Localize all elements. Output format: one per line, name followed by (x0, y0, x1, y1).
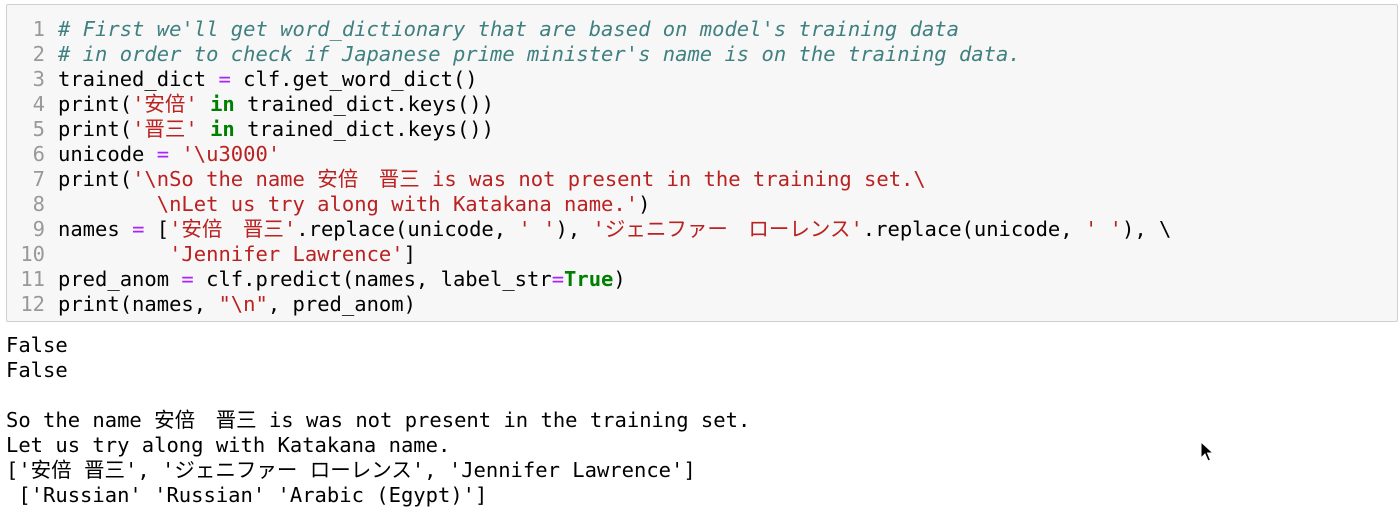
line-number: 1 (32, 17, 45, 41)
output-line: ['安倍 晋三', 'ジェニファー ローレンス', 'Jennifer Lawr… (6, 458, 696, 482)
code-token: print(names, (58, 292, 219, 316)
line-number: 11 (20, 267, 45, 291)
code-token: '安倍 晋三' (169, 217, 297, 241)
code-token: ' ' (1084, 217, 1122, 241)
code-line[interactable]: 7 print('\nSo the name 安倍 晋三 is was not p… (7, 167, 1397, 192)
code-line[interactable]: 6 unicode = '\u3000' (7, 142, 1397, 167)
code-cell-input[interactable]: 1 # First we'll get word_dictionary that … (6, 4, 1398, 322)
output-line: Let us try along with Katakana name. (6, 433, 451, 457)
code-token: ) (638, 192, 651, 216)
output-line: False (6, 358, 68, 382)
code-text: print('晋三' in trained_dict.keys()) (58, 117, 494, 142)
code-token: names (58, 217, 133, 241)
code-token: # in order to check if Japanese prime mi… (58, 42, 1021, 66)
code-token: print( (58, 167, 133, 191)
code-token: print( (58, 117, 133, 141)
code-line[interactable]: 12 print(names, "\n", pred_anom) (7, 292, 1397, 317)
output-line: False (6, 333, 68, 357)
code-token: = (156, 142, 170, 166)
code-token: in (210, 117, 235, 141)
code-token: '晋三' (132, 117, 198, 141)
line-number: 5 (32, 117, 45, 141)
code-token: .replace(unicode, (296, 217, 519, 241)
code-text: names = ['安倍 晋三'.replace(unicode, ' '), … (58, 217, 1171, 242)
code-text: print('\nSo the name 安倍 晋三 is was not pr… (58, 167, 926, 192)
code-token: = (181, 267, 194, 291)
line-number: 9 (32, 217, 45, 241)
code-token: ), \ (1122, 217, 1172, 241)
code-token: .replace(unicode, (862, 217, 1085, 241)
code-token: trained_dict.keys()) (234, 117, 494, 141)
code-token: print( (58, 92, 133, 116)
code-token: pred_anom (58, 267, 182, 291)
line-number: 10 (20, 242, 45, 266)
code-text: print('安倍' in trained_dict.keys()) (58, 92, 494, 117)
code-token: unicode (58, 142, 157, 166)
code-line[interactable]: 5 print('晋三' in trained_dict.keys()) (7, 117, 1397, 142)
code-token: "\n" (218, 292, 268, 316)
code-token: trained_dict (58, 67, 219, 91)
code-text: # in order to check if Japanese prime mi… (58, 42, 1021, 67)
code-text: pred_anom = clf.predict(names, label_str… (58, 267, 626, 292)
code-token: [ (144, 217, 170, 241)
code-token: True (564, 267, 614, 291)
code-token: \nLet us try along with Katakana name.' (58, 192, 639, 216)
code-text: trained_dict = clf.get_word_dict() (58, 67, 478, 92)
code-token: = (132, 217, 145, 241)
code-line[interactable]: 1 # First we'll get word_dictionary that … (7, 17, 1397, 42)
code-text: \nLet us try along with Katakana name.') (58, 192, 651, 217)
line-number: 3 (32, 67, 45, 91)
code-token: '安倍' (132, 92, 198, 116)
code-text: print(names, "\n", pred_anom) (58, 292, 416, 317)
code-token: trained_dict.keys()) (234, 92, 494, 116)
code-token: = (551, 267, 565, 291)
output-line: So the name 安倍 晋三 is was not present in … (6, 408, 751, 432)
line-number: 4 (32, 92, 45, 116)
code-line[interactable]: 3 trained_dict = clf.get_word_dict() (7, 67, 1397, 92)
code-line[interactable]: 8 \nLet us try along with Katakana name.… (7, 192, 1397, 217)
code-token: clf.get_word_dict() (230, 67, 478, 91)
code-token: , pred_anom) (267, 292, 416, 316)
line-number: 7 (32, 167, 45, 191)
code-token: # First we'll get word_dictionary that a… (58, 17, 959, 41)
line-number: 6 (32, 142, 45, 166)
output-line: ['Russian' 'Russian' 'Arabic (Egypt)'] (6, 483, 488, 507)
code-token: '\u3000' (181, 142, 281, 166)
code-token: ) (613, 267, 626, 291)
code-token: 'ジェニファー ローレンス' (592, 217, 863, 241)
code-line[interactable]: 4 print('安倍' in trained_dict.keys()) (7, 92, 1397, 117)
line-number: 8 (32, 192, 45, 216)
code-text: # First we'll get word_dictionary that a… (58, 17, 959, 42)
code-token: '\nSo the name 安倍 晋三 is was not present … (132, 167, 926, 191)
code-line[interactable]: 11 pred_anom = clf.predict(names, label_s… (7, 267, 1397, 292)
line-number: 2 (32, 42, 45, 66)
code-token: ' ' (518, 217, 556, 241)
code-text: unicode = '\u3000' (58, 142, 280, 167)
cell-output: False False So the name 安倍 晋三 is was not p… (6, 333, 750, 508)
code-line[interactable]: 9 names = ['安倍 晋三'.replace(unicode, ' '),… (7, 217, 1397, 242)
code-editor[interactable]: 1 # First we'll get word_dictionary that … (7, 17, 1397, 317)
code-token: = (218, 67, 231, 91)
line-number: 12 (20, 292, 45, 316)
code-text: 'Jennifer Lawrence'] (58, 242, 416, 267)
code-token: in (210, 92, 235, 116)
code-line[interactable]: 10 'Jennifer Lawrence'] (7, 242, 1397, 267)
mouse-pointer-icon (1200, 441, 1214, 462)
code-token: 'Jennifer Lawrence' (169, 242, 404, 266)
code-token: ), (555, 217, 593, 241)
code-token: clf.predict(names, label_str (193, 267, 552, 291)
code-token: ] (403, 242, 416, 266)
code-line[interactable]: 2 # in order to check if Japanese prime m… (7, 42, 1397, 67)
